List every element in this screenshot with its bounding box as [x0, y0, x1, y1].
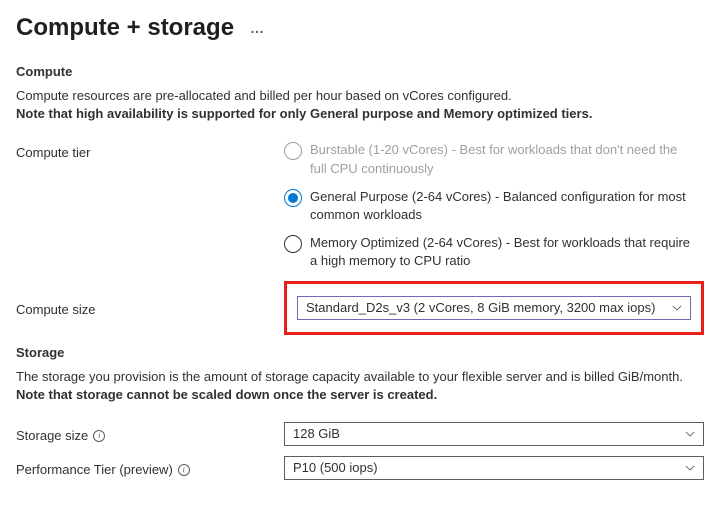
compute-tier-row: Compute tier Burstable (1-20 vCores) - B… [16, 141, 704, 270]
compute-desc-line2: Note that high availability is supported… [16, 106, 592, 121]
compute-section: Compute Compute resources are pre-alloca… [16, 64, 704, 335]
compute-size-label: Compute size [16, 298, 284, 317]
page-title: Compute + storage … [16, 14, 704, 42]
storage-size-label: Storage size i [16, 424, 284, 443]
performance-tier-label-text: Performance Tier (preview) [16, 462, 173, 477]
chevron-down-icon [672, 303, 682, 313]
info-icon[interactable]: i [93, 430, 105, 442]
storage-size-dropdown[interactable]: 128 GiB [284, 422, 704, 446]
compute-description: Compute resources are pre-allocated and … [16, 87, 704, 123]
radio-label: General Purpose (2-64 vCores) - Balanced… [310, 188, 704, 224]
performance-tier-dropdown[interactable]: P10 (500 iops) [284, 456, 704, 480]
compute-tier-radio-group: Burstable (1-20 vCores) - Best for workl… [284, 141, 704, 270]
performance-tier-label: Performance Tier (preview) i [16, 458, 284, 477]
storage-description: The storage you provision is the amount … [16, 368, 704, 404]
compute-heading: Compute [16, 64, 704, 79]
radio-icon [284, 142, 302, 160]
compute-size-dropdown[interactable]: Standard_D2s_v3 (2 vCores, 8 GiB memory,… [297, 296, 691, 320]
chevron-down-icon [685, 429, 695, 439]
compute-tier-burstable: Burstable (1-20 vCores) - Best for workl… [284, 141, 704, 177]
more-actions-ellipsis[interactable]: … [250, 20, 266, 36]
storage-heading: Storage [16, 345, 704, 360]
radio-label: Memory Optimized (2-64 vCores) - Best fo… [310, 234, 704, 270]
storage-section: Storage The storage you provision is the… [16, 345, 704, 480]
compute-size-value: Standard_D2s_v3 (2 vCores, 8 GiB memory,… [306, 300, 655, 315]
chevron-down-icon [685, 463, 695, 473]
compute-desc-line1: Compute resources are pre-allocated and … [16, 88, 512, 103]
compute-size-highlight: Standard_D2s_v3 (2 vCores, 8 GiB memory,… [284, 281, 704, 335]
performance-tier-row: Performance Tier (preview) i P10 (500 io… [16, 456, 704, 480]
compute-tier-label: Compute tier [16, 141, 284, 160]
storage-desc-line2: Note that storage cannot be scaled down … [16, 387, 437, 402]
compute-tier-general[interactable]: General Purpose (2-64 vCores) - Balanced… [284, 188, 704, 224]
info-icon[interactable]: i [178, 464, 190, 476]
compute-size-row: Compute size Standard_D2s_v3 (2 vCores, … [16, 281, 704, 335]
storage-size-value: 128 GiB [293, 426, 340, 441]
radio-icon [284, 235, 302, 253]
storage-desc-line1: The storage you provision is the amount … [16, 369, 683, 384]
page-title-text: Compute + storage [16, 14, 234, 42]
performance-tier-value: P10 (500 iops) [293, 460, 378, 475]
storage-size-row: Storage size i 128 GiB [16, 422, 704, 446]
radio-label: Burstable (1-20 vCores) - Best for workl… [310, 141, 704, 177]
compute-tier-memory[interactable]: Memory Optimized (2-64 vCores) - Best fo… [284, 234, 704, 270]
radio-icon [284, 189, 302, 207]
storage-size-label-text: Storage size [16, 428, 88, 443]
